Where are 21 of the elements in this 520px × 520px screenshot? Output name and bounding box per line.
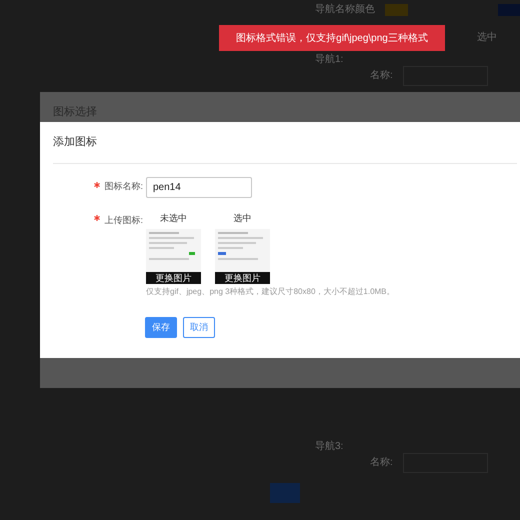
submit-button[interactable] xyxy=(270,483,300,503)
screenshot-thumbnail xyxy=(215,229,270,272)
field-label: 上传图标: xyxy=(104,214,143,226)
change-image-button[interactable]: 更换图片 xyxy=(215,272,270,284)
color-swatch xyxy=(385,4,408,16)
column-header: 选中 xyxy=(477,32,498,44)
change-image-button[interactable]: 更换图片 xyxy=(146,272,201,284)
nav-group-label: 导航3: xyxy=(315,441,344,453)
field-label: 图标名称: xyxy=(104,180,143,194)
screenshot-thumbnail xyxy=(146,229,201,272)
error-toast: 图标格式错误，仅支持gif\jpeg\png三种格式 xyxy=(219,25,445,51)
field-label: 名称: xyxy=(370,70,393,82)
upload-hint: 仅支持gif、jpeg、png 3种格式，建议尺寸80x80，大小不超过1.0MB。 xyxy=(146,286,395,298)
dialog-title: 添加图标 xyxy=(53,122,517,164)
nav-group-label: 导航1: xyxy=(315,54,344,66)
slot-caption: 选中 xyxy=(234,212,252,224)
slot-caption: 未选中 xyxy=(160,212,187,224)
cancel-button[interactable]: 取消 xyxy=(183,317,215,338)
color-label: 导航名称颜色 xyxy=(315,4,375,16)
icon-name-input[interactable]: pen14 xyxy=(146,176,252,198)
field-label: 名称: xyxy=(370,457,393,469)
